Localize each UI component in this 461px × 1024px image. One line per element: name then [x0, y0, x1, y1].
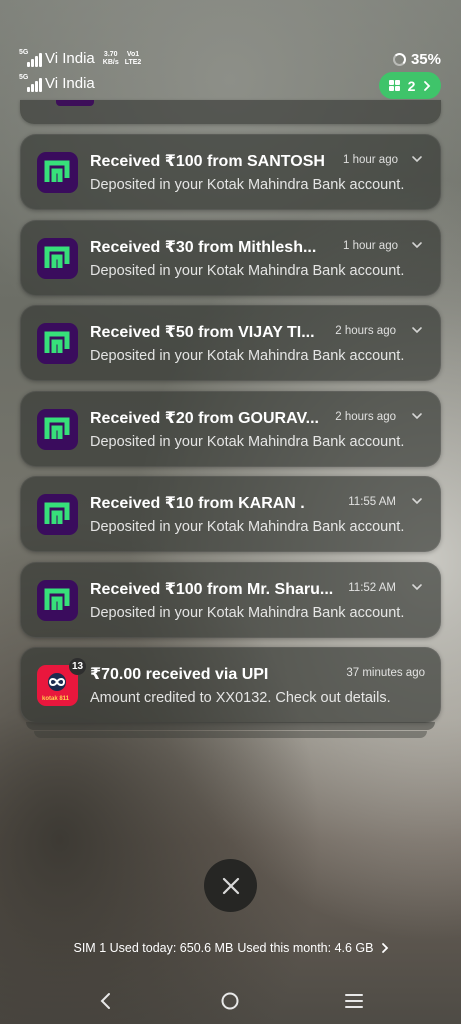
expand-chevron-icon[interactable]: [411, 239, 423, 251]
expand-chevron-icon[interactable]: [411, 153, 423, 165]
close-icon: [222, 877, 239, 894]
notification-time: 2 hours ago: [335, 325, 396, 337]
network-speed: 3.70 KB/s: [102, 50, 119, 66]
notification-title: Received ₹100 from Mr. Sharu...: [90, 581, 334, 598]
notification-card[interactable]: Received ₹50 from VIJAY TI... 2 hours ag…: [20, 305, 441, 381]
clear-all-notifications-button[interactable]: [204, 859, 257, 912]
upi-notification-card[interactable]: kotak 811 13 ₹70.00 received via UPI 37 …: [20, 647, 441, 723]
more-notifications-count: 2: [407, 77, 416, 94]
notification-body: Deposited in your Kotak Mahindra Bank ac…: [90, 519, 405, 535]
payment-app-icon: [37, 152, 78, 193]
payment-app-logo-icon: [44, 588, 70, 610]
carrier-name: Vi India: [45, 50, 95, 67]
payment-app-logo-icon: [44, 160, 70, 182]
stacked-notification-edge: [26, 722, 435, 730]
payment-app-icon: [37, 409, 78, 450]
data-usage-summary[interactable]: SIM 1 Used today: 650.6 MB Used this mon…: [0, 941, 461, 955]
notification-title: Received ₹100 from SANTOSH: [90, 153, 325, 170]
notification-badge: 13: [69, 658, 86, 675]
payment-app-icon: [37, 580, 78, 621]
notification-body: Deposited in your Kotak Mahindra Bank ac…: [90, 605, 405, 621]
battery-percent: 35%: [410, 51, 441, 68]
payment-app-icon: [37, 323, 78, 364]
notification-time: 1 hour ago: [343, 240, 398, 252]
apps-grid-icon: [389, 80, 400, 91]
payment-app-icon: [37, 238, 78, 279]
notification-time: 11:52 AM: [348, 582, 396, 594]
payment-app-logo-icon: [44, 331, 70, 353]
carrier-name: Vi India: [45, 75, 95, 92]
notification-card[interactable]: Received ₹100 from SANTOSH 1 hour ago De…: [20, 134, 441, 210]
payment-app-logo-icon: [44, 502, 70, 524]
sim1-status: 5G Vi India 3.70 KB/s Vo1 LTE2: [19, 49, 142, 68]
notification-time: 37 minutes ago: [346, 667, 425, 679]
expand-chevron-icon[interactable]: [411, 495, 423, 507]
signal-strength-icon: 5G: [19, 74, 43, 92]
notification-title: Received ₹50 from VIJAY TI...: [90, 324, 315, 341]
notification-card[interactable]: Received ₹100 from Mr. Sharu... 11:52 AM…: [20, 562, 441, 638]
app-icon: [56, 100, 94, 106]
status-bar: 5G Vi India 3.70 KB/s Vo1 LTE2 5G Vi Ind…: [0, 0, 461, 100]
volte-indicator: Vo1 LTE2: [124, 50, 142, 66]
notification-time: 1 hour ago: [343, 154, 398, 166]
menu-lines-icon: [345, 994, 363, 1008]
battery-indicator: 35%: [392, 51, 441, 68]
data-used-month: Used this month: 4.6 GB: [237, 941, 374, 955]
recents-button[interactable]: [340, 988, 368, 1014]
notification-title: ₹70.00 received via UPI: [90, 666, 269, 683]
notification-body: Deposited in your Kotak Mahindra Bank ac…: [90, 348, 405, 364]
notification-title: Received ₹10 from KARAN .: [90, 495, 305, 512]
notification-title: Received ₹20 from GOURAV...: [90, 410, 319, 427]
expand-chevron-icon[interactable]: [411, 324, 423, 336]
navigation-bar: [0, 978, 461, 1024]
expand-chevron-icon[interactable]: [411, 410, 423, 422]
data-used-today: SIM 1 Used today: 650.6 MB: [73, 941, 234, 955]
notification-card[interactable]: Received ₹30 from Mithlesh... 1 hour ago…: [20, 220, 441, 296]
battery-ring-icon: [392, 53, 406, 66]
home-button[interactable]: [216, 988, 244, 1014]
expand-chevron-icon[interactable]: [411, 581, 423, 593]
notification-card[interactable]: Received ₹20 from GOURAV... 2 hours ago …: [20, 391, 441, 467]
notification-body: Deposited in your Kotak Mahindra Bank ac…: [90, 434, 405, 450]
home-circle-icon: [221, 992, 239, 1010]
notification-time: 2 hours ago: [335, 411, 396, 423]
signal-strength-icon: 5G: [19, 49, 43, 67]
notification-card-partial[interactable]: [20, 100, 441, 124]
back-button[interactable]: [92, 988, 120, 1014]
notification-time: 11:55 AM: [348, 496, 396, 508]
chevron-right-icon: [381, 943, 388, 953]
sim2-status: 5G Vi India: [19, 74, 95, 93]
notification-card[interactable]: Received ₹10 from KARAN . 11:55 AM Depos…: [20, 476, 441, 552]
notification-body: Amount credited to XX0132. Check out det…: [90, 690, 391, 706]
kotak-upi-app-icon: kotak 811 13: [37, 658, 86, 706]
kotak-811-label-icon: kotak 811: [42, 696, 70, 702]
payment-app-icon: [37, 494, 78, 535]
more-notifications-pill[interactable]: 2: [379, 72, 441, 99]
stacked-notification-edge: [34, 731, 427, 738]
notification-body: Deposited in your Kotak Mahindra Bank ac…: [90, 263, 405, 279]
payment-app-logo-icon: [44, 417, 70, 439]
notification-body: Deposited in your Kotak Mahindra Bank ac…: [90, 177, 405, 193]
back-arrow-icon: [100, 993, 110, 1009]
payment-app-logo-icon: [44, 246, 70, 268]
chevron-right-icon: [424, 80, 431, 91]
notification-title: Received ₹30 from Mithlesh...: [90, 239, 317, 256]
